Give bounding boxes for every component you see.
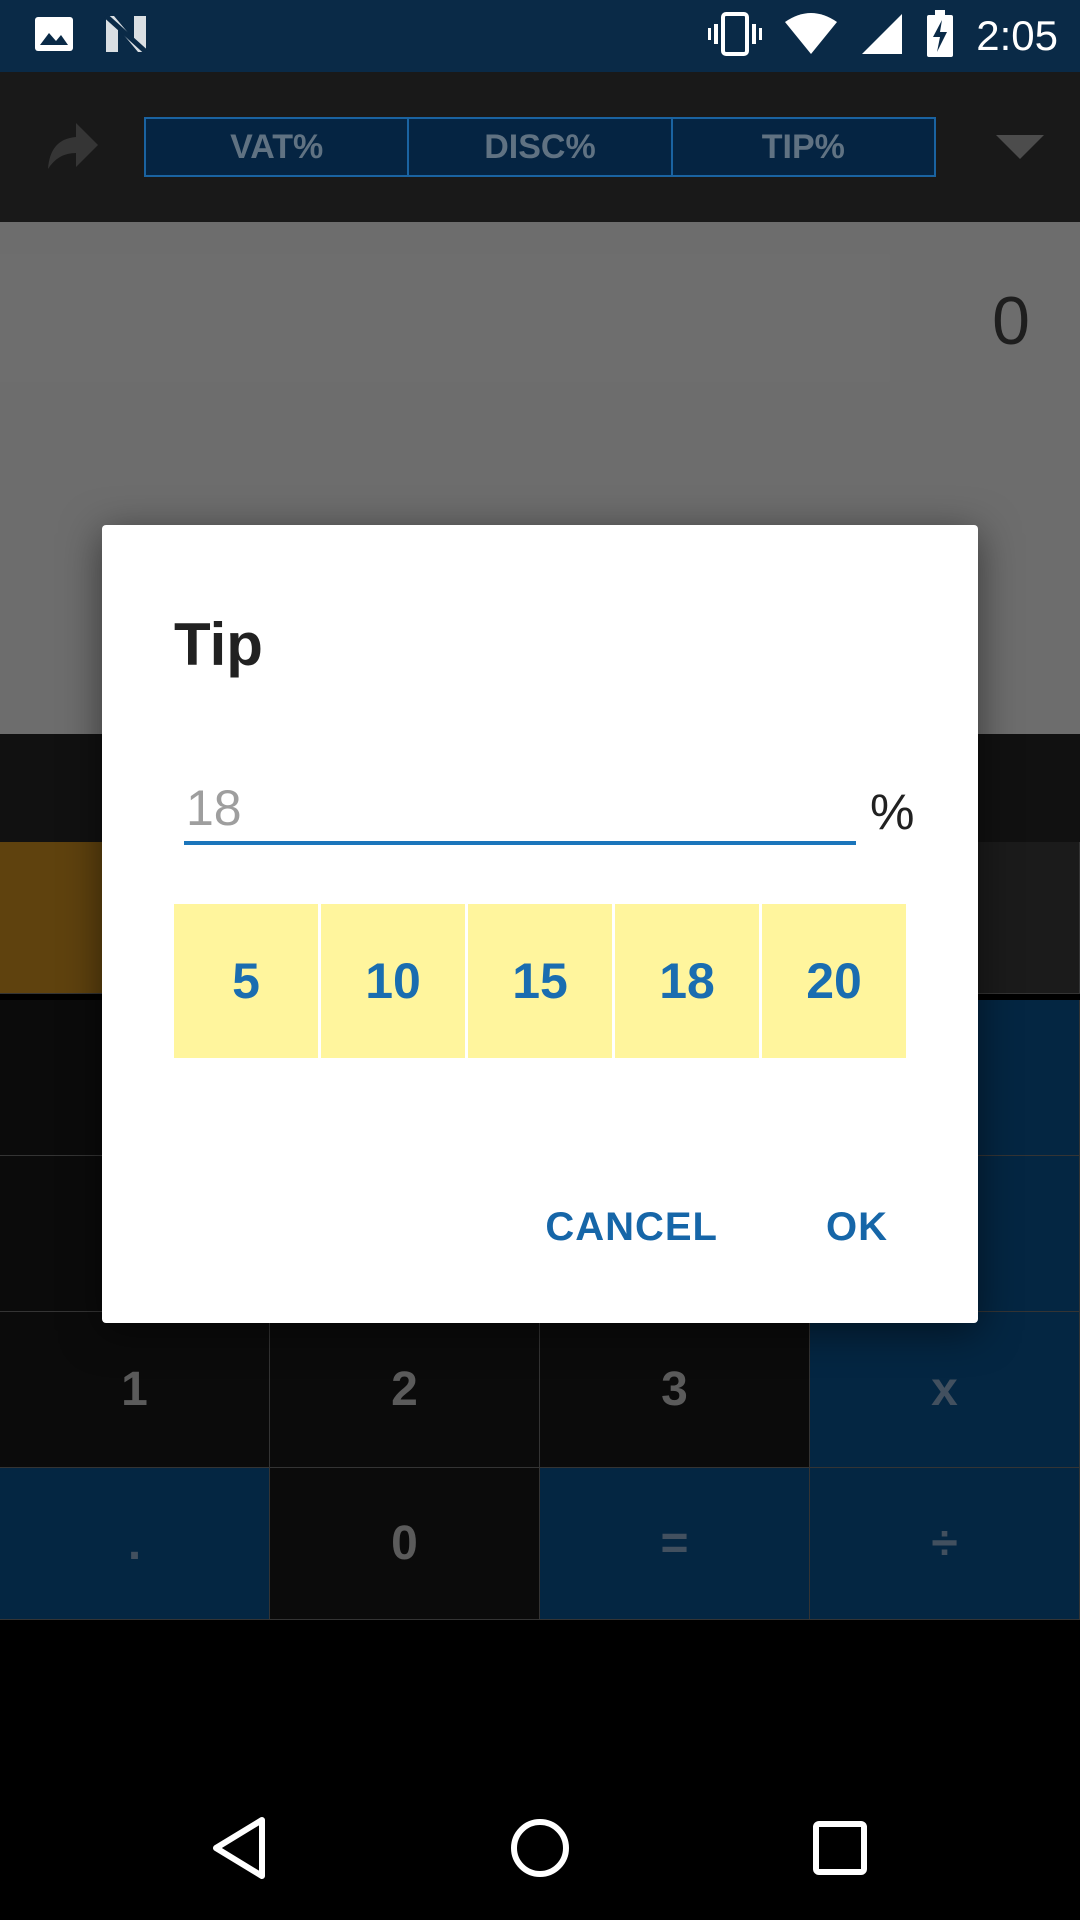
- tip-percent-input[interactable]: [184, 775, 856, 845]
- preset-button-10[interactable]: 10: [321, 904, 465, 1058]
- clock: 2:05: [976, 12, 1058, 59]
- preset-button-15[interactable]: 15: [468, 904, 612, 1058]
- cancel-button[interactable]: CANCEL: [545, 1205, 718, 1250]
- dialog-title: Tip: [174, 611, 263, 678]
- recents-icon[interactable]: [804, 1812, 876, 1884]
- navigation-bar: [0, 1776, 1080, 1920]
- home-icon[interactable]: [504, 1812, 576, 1884]
- back-icon[interactable]: [204, 1812, 276, 1884]
- preset-button-18[interactable]: 18: [615, 904, 759, 1058]
- status-bar: 2:05: [0, 0, 1080, 72]
- signal-icon: [860, 12, 904, 61]
- dialog-actions: CANCEL OK: [545, 1205, 888, 1250]
- preset-button-20[interactable]: 20: [762, 904, 906, 1058]
- tip-presets: 5 10 15 18 20: [174, 904, 906, 1058]
- ok-button[interactable]: OK: [826, 1205, 888, 1250]
- battery-charging-icon: [926, 9, 954, 63]
- image-icon: [34, 16, 74, 57]
- n-logo-icon: [104, 14, 148, 59]
- preset-button-5[interactable]: 5: [174, 904, 318, 1058]
- wifi-icon: [784, 12, 838, 61]
- vibrate-icon: [708, 11, 763, 61]
- percent-unit-label: %: [870, 784, 915, 840]
- tip-dialog: Tip % 5 10 15 18 20 CANCEL OK: [102, 525, 978, 1323]
